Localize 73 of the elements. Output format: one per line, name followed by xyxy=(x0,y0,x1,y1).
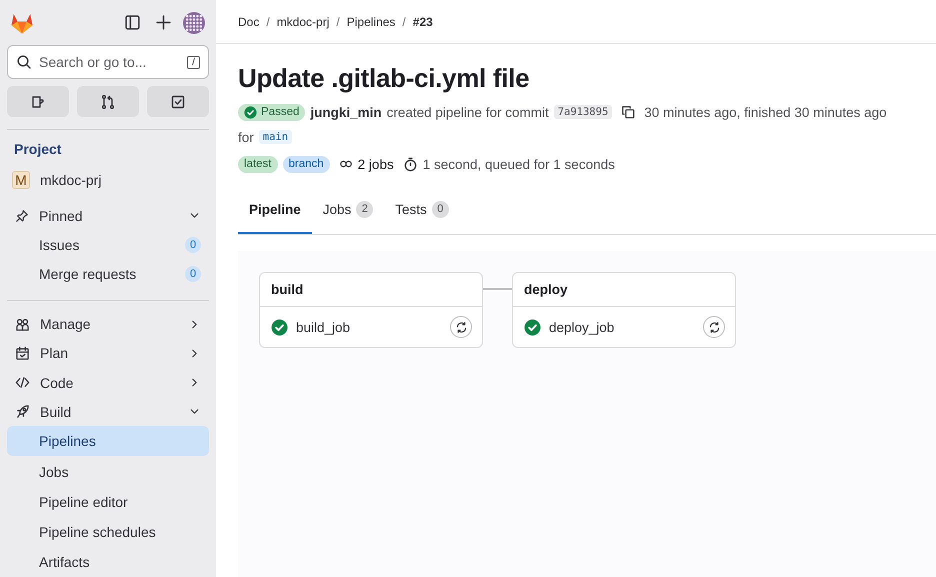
pin-icon xyxy=(15,208,29,223)
status-badge[interactable]: Passed xyxy=(238,104,306,120)
issues-button[interactable] xyxy=(7,86,69,118)
issues-icon xyxy=(30,94,46,110)
plus-icon[interactable] xyxy=(154,14,172,32)
breadcrumb-separator: / xyxy=(336,14,340,28)
sidebar-item[interactable]: Pipelines xyxy=(7,426,209,456)
tab[interactable]: Pipeline xyxy=(238,186,312,234)
project-link[interactable]: M mkdoc-prj xyxy=(7,166,209,196)
author-link[interactable]: jungki_min xyxy=(310,104,382,120)
sidebar-item[interactable]: Issues 0 xyxy=(7,230,209,260)
pipeline-text: created pipeline for commit xyxy=(386,104,549,120)
sidebar-item[interactable]: Pinned xyxy=(7,201,209,230)
todo-button[interactable] xyxy=(147,86,209,118)
search-field[interactable]: Search or go to... xyxy=(39,54,180,70)
sidebar-item[interactable]: Plan xyxy=(7,338,209,368)
check-circle-icon xyxy=(244,106,257,118)
sidebar-item[interactable]: Manage xyxy=(7,310,209,339)
breadcrumb-link[interactable]: Pipelines xyxy=(346,14,396,28)
breadcrumb-link[interactable]: #23 xyxy=(412,14,433,28)
retry-icon xyxy=(708,320,720,334)
sidebar-item[interactable]: Code xyxy=(7,368,209,398)
merge-request-icon xyxy=(100,94,116,110)
search-icon xyxy=(16,54,32,70)
count-badge: 2 xyxy=(356,200,374,218)
connector-line xyxy=(483,288,512,290)
shortcut-key: / xyxy=(187,56,200,69)
time-text: 30 minutes ago, finished 30 minutes ago xyxy=(644,104,887,120)
breadcrumb-separator: / xyxy=(402,14,406,28)
sidebar-item[interactable]: Pipeline schedules xyxy=(7,516,209,547)
merge-request-button[interactable] xyxy=(77,86,139,118)
calendar-icon xyxy=(15,346,30,361)
search-field[interactable]: Search or go to... / xyxy=(7,45,209,80)
copy-icon[interactable] xyxy=(621,105,636,119)
breadcrumb-separator: / xyxy=(266,14,270,28)
retry-button[interactable] xyxy=(450,316,472,338)
check-circle-icon xyxy=(271,318,288,336)
todo-icon xyxy=(170,94,186,110)
timer-icon xyxy=(402,156,418,172)
tab[interactable]: Jobs 2 xyxy=(312,186,384,234)
project-avatar: M xyxy=(12,171,30,190)
sidebar-item[interactable]: Jobs xyxy=(7,456,209,487)
stage-title: deploy xyxy=(513,273,735,307)
job-item[interactable]: deploy_job xyxy=(513,307,735,347)
count-badge: 0 xyxy=(185,236,201,253)
jobs-count: 2 jobs xyxy=(358,156,394,172)
avatar-icon[interactable] xyxy=(183,12,205,34)
branch-link[interactable]: main xyxy=(258,130,292,144)
job-item[interactable]: build_job xyxy=(260,307,482,347)
retry-button[interactable] xyxy=(703,316,725,338)
tab[interactable]: Tests 0 xyxy=(384,186,460,234)
retry-icon xyxy=(454,320,468,334)
commit-sha[interactable]: 7a913895 xyxy=(554,105,612,119)
breadcrumb-link[interactable]: mkdoc-prj xyxy=(276,14,330,28)
sidebar-item[interactable]: Pipeline editor xyxy=(7,486,209,517)
stage-title: build xyxy=(260,273,482,307)
code-icon xyxy=(15,375,30,390)
check-circle-icon xyxy=(524,318,541,336)
count-badge: 0 xyxy=(185,266,201,282)
tag-badge: branch xyxy=(282,156,330,172)
tag-badge: latest xyxy=(238,156,278,172)
sidebar-item[interactable]: Merge requests 0 xyxy=(7,259,209,289)
ref-text: for xyxy=(238,130,254,144)
page-title: Update .gitlab-ci.yml file xyxy=(238,62,530,94)
people-icon xyxy=(15,316,30,332)
rocket-icon xyxy=(15,404,30,420)
sidebar-item[interactable]: Artifacts xyxy=(7,546,209,577)
sidebar-item[interactable]: Build xyxy=(7,397,209,426)
duration-text: 1 second, queued for 1 seconds xyxy=(422,156,615,172)
section-title: Project xyxy=(14,141,62,160)
sidebar-toggle-icon[interactable] xyxy=(124,14,140,32)
count-badge: 0 xyxy=(432,200,449,218)
breadcrumb-link[interactable]: Doc xyxy=(238,14,260,28)
